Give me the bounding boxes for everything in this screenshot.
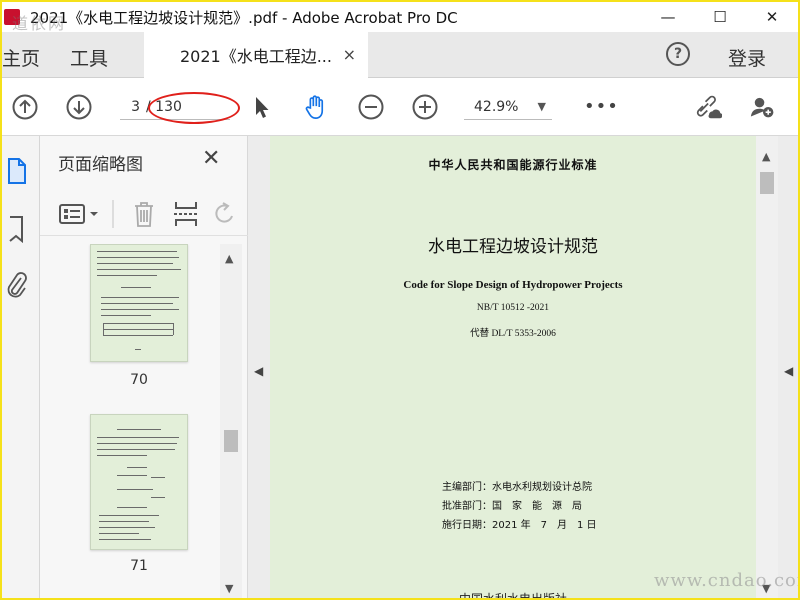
zoom-out-icon[interactable] bbox=[358, 94, 384, 120]
tab-bar: 主页 工具 2021《水电工程边... × ? 登录 bbox=[2, 32, 798, 78]
thumbnail-page-70[interactable] bbox=[90, 244, 188, 362]
login-button[interactable]: 登录 bbox=[728, 44, 766, 71]
minimize-button[interactable]: — bbox=[642, 2, 694, 32]
current-page-input[interactable]: 3 bbox=[120, 99, 140, 115]
bookmark-icon[interactable] bbox=[4, 214, 30, 244]
thumbnails-scrollbar[interactable]: ▲ ▼ bbox=[220, 244, 242, 598]
zoom-select[interactable]: 42.9% ▼ bbox=[464, 94, 552, 120]
zoom-in-icon[interactable] bbox=[412, 94, 438, 120]
editor-department: 主编部门：水电水利规划设计总院 bbox=[442, 482, 592, 493]
chevron-down-icon: ▼ bbox=[537, 100, 546, 113]
scrollbar-thumb[interactable] bbox=[760, 172, 774, 194]
hand-tool-icon[interactable] bbox=[302, 94, 328, 120]
toolbar-divider bbox=[112, 200, 114, 228]
tab-document[interactable]: 2021《水电工程边... × bbox=[144, 32, 368, 78]
watermark-top: 道依网 bbox=[12, 14, 67, 33]
effective-date: 施行日期：2021 年 7 月 1 日 bbox=[442, 520, 597, 531]
toolbar: 3 / 130 42.9% ▼ ••• bbox=[2, 78, 798, 136]
window-title: 2021《水电工程边坡设计规范》.pdf - Adobe Acrobat Pro… bbox=[30, 8, 458, 27]
maximize-button[interactable]: ☐ bbox=[694, 2, 746, 32]
insert-page-icon[interactable] bbox=[172, 200, 200, 228]
previous-page-icon[interactable] bbox=[12, 94, 38, 120]
title-bar: 2021《水电工程边坡设计规范》.pdf - Adobe Acrobat Pro… bbox=[2, 2, 798, 32]
page-header: 中华人民共和国能源行业标准 bbox=[428, 158, 598, 172]
panel-toolbar bbox=[40, 192, 248, 236]
thumbnails-list: 70 71 bbox=[40, 244, 220, 598]
thumbnail-label-71: 71 bbox=[130, 558, 148, 574]
document-view: ◀ 中华人民共和国能源行业标准 水电工程边坡设计规范 Code for Slop… bbox=[248, 136, 798, 598]
collapse-right-panel-icon[interactable]: ◀ bbox=[784, 364, 793, 378]
page-thumbnails-icon[interactable] bbox=[4, 156, 30, 186]
pdf-page: 中华人民共和国能源行业标准 水电工程边坡设计规范 Code for Slope … bbox=[270, 136, 756, 598]
rotate-page-icon[interactable] bbox=[212, 200, 236, 228]
scrollbar-thumb[interactable] bbox=[224, 430, 238, 452]
close-tab-button[interactable]: × bbox=[343, 45, 356, 64]
collapse-left-panel-icon[interactable]: ◀ bbox=[254, 364, 263, 378]
left-navigation-rail bbox=[2, 136, 40, 598]
zoom-value: 42.9% bbox=[474, 98, 519, 115]
scroll-down-icon[interactable]: ▼ bbox=[225, 582, 233, 595]
help-icon[interactable]: ? bbox=[666, 42, 690, 66]
window-controls: — ☐ ✕ bbox=[642, 2, 798, 32]
close-panel-button[interactable]: ✕ bbox=[202, 146, 220, 171]
document-scrollbar[interactable]: ▲ ▼ bbox=[756, 136, 778, 598]
attachment-icon[interactable] bbox=[4, 270, 30, 300]
tab-home[interactable]: 主页 bbox=[2, 44, 40, 71]
next-page-icon[interactable] bbox=[66, 94, 92, 120]
document-tab-label: 2021《水电工程边... bbox=[180, 47, 332, 66]
close-window-button[interactable]: ✕ bbox=[746, 2, 798, 32]
delete-page-icon[interactable] bbox=[130, 200, 158, 228]
options-menu-icon[interactable] bbox=[58, 200, 102, 228]
share-link-icon[interactable] bbox=[696, 94, 722, 120]
more-tools-button[interactable]: ••• bbox=[584, 96, 619, 117]
thumbnail-label-70: 70 bbox=[130, 372, 148, 388]
acrobat-window: 2021《水电工程边坡设计规范》.pdf - Adobe Acrobat Pro… bbox=[2, 2, 798, 598]
tab-tools[interactable]: 工具 bbox=[70, 44, 108, 71]
thumbnail-page-71[interactable] bbox=[90, 414, 188, 550]
standard-code: NB/T 10512 -2021 bbox=[476, 303, 550, 313]
publisher: 中国水利水电出版社 bbox=[270, 590, 756, 598]
scroll-up-icon[interactable]: ▲ bbox=[225, 252, 233, 265]
add-user-icon[interactable] bbox=[750, 94, 776, 120]
watermark-bottom: www.cndao.com bbox=[654, 570, 798, 591]
replaces-standard: 代替 DL/T 5353-2006 bbox=[470, 329, 556, 339]
thumbnails-panel: 页面缩略图 ✕ 70 71 ▲ ▼ bbox=[40, 136, 248, 598]
approval-department: 批准部门：国 家 能 源 局 bbox=[442, 501, 582, 512]
highlight-ellipse bbox=[148, 92, 240, 124]
english-title: Code for Slope Design of Hydropower Proj… bbox=[403, 279, 623, 291]
select-tool-icon[interactable] bbox=[248, 94, 274, 120]
scroll-up-icon[interactable]: ▲ bbox=[762, 150, 770, 163]
document-title: 水电工程边坡设计规范 bbox=[428, 237, 598, 257]
panel-title: 页面缩略图 bbox=[58, 155, 143, 175]
